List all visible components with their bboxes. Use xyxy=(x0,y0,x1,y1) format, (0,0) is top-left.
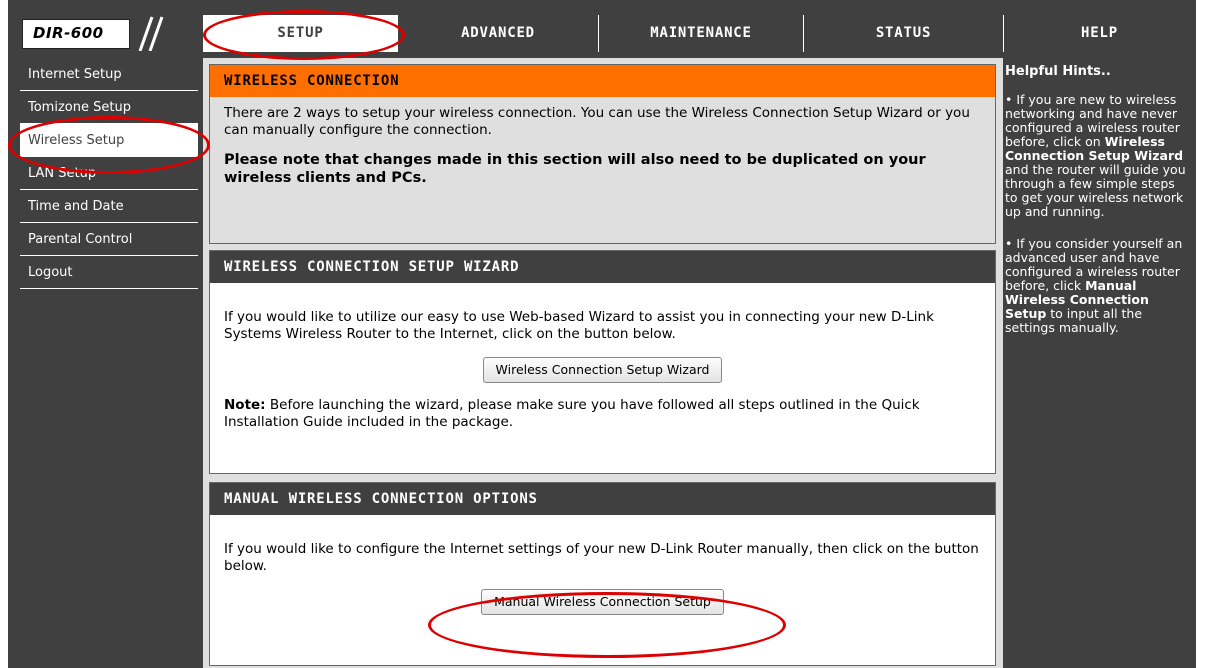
hint1-text-end: and the router will guide you through a … xyxy=(1005,162,1186,219)
note-label: Note: xyxy=(224,397,266,413)
wireless-connection-title: WIRELESS CONNECTION xyxy=(210,65,995,97)
sidebar-item-parental-control[interactable]: Parental Control xyxy=(20,223,198,256)
wireless-setup-wizard-button[interactable]: Wireless Connection Setup Wizard xyxy=(482,357,723,383)
help-panel: Helpful Hints.. • If you are new to wire… xyxy=(1003,58,1195,668)
help-title: Helpful Hints.. xyxy=(1005,64,1111,79)
main-content: WIRELESS CONNECTION There are 2 ways to … xyxy=(203,58,1003,668)
setup-wizard-panel: WIRELESS CONNECTION SETUP WIZARD If you … xyxy=(209,250,996,474)
note-text: Before launching the wizard, please make… xyxy=(224,397,920,430)
setup-wizard-title: WIRELESS CONNECTION SETUP WIZARD xyxy=(210,251,995,283)
model-logo: DIR-600 xyxy=(33,24,104,42)
sidebar-item-tomizone-setup[interactable]: Tomizone Setup xyxy=(20,91,198,124)
manual-wireless-setup-button[interactable]: Manual Wireless Connection Setup xyxy=(481,589,724,615)
tab-status[interactable]: STATUS xyxy=(803,15,1003,52)
sidebar-item-wireless-setup[interactable]: Wireless Setup xyxy=(20,124,198,157)
left-margin xyxy=(0,0,8,668)
sidebar-item-lan-setup[interactable]: LAN Setup xyxy=(20,157,198,190)
logo-area: DIR-600 xyxy=(20,15,198,52)
wireless-connection-note: Please note that changes made in this se… xyxy=(224,152,926,186)
sidebar: Internet Setup Tomizone Setup Wireless S… xyxy=(20,58,198,668)
setup-wizard-note: Note: Before launching the wizard, pleas… xyxy=(224,397,981,431)
tab-setup-label: SETUP xyxy=(277,25,324,41)
wireless-connection-intro: There are 2 ways to setup your wireless … xyxy=(224,105,970,138)
tab-status-label: STATUS xyxy=(875,25,932,41)
logo-plate: DIR-600 xyxy=(22,19,130,49)
help-hint-advanced-user: • If you consider yourself an advanced u… xyxy=(1003,219,1191,335)
tab-advanced[interactable]: ADVANCED xyxy=(397,15,598,52)
tab-maintenance[interactable]: MAINTENANCE xyxy=(598,15,803,52)
sidebar-item-time-and-date[interactable]: Time and Date xyxy=(20,190,198,223)
tab-maintenance-label: MAINTENANCE xyxy=(650,25,752,41)
logo-slash-icon xyxy=(138,16,164,51)
setup-wizard-text: If you would like to utilize our easy to… xyxy=(224,309,934,342)
sidebar-item-logout[interactable]: Logout xyxy=(20,256,198,289)
tab-setup[interactable]: SETUP xyxy=(203,15,397,52)
top-navigation: SETUP ADVANCED MAINTENANCE STATUS HELP xyxy=(203,15,1195,52)
wireless-connection-panel: WIRELESS CONNECTION There are 2 ways to … xyxy=(209,64,996,244)
tab-advanced-label: ADVANCED xyxy=(461,25,535,41)
manual-options-panel: MANUAL WIRELESS CONNECTION OPTIONS If yo… xyxy=(209,482,996,666)
right-margin xyxy=(1196,0,1208,668)
tab-help[interactable]: HELP xyxy=(1003,15,1195,52)
tab-help-label: HELP xyxy=(1081,25,1118,41)
help-hint-new-user: • If you are new to wireless networking … xyxy=(1003,79,1191,219)
manual-options-title: MANUAL WIRELESS CONNECTION OPTIONS xyxy=(210,483,995,515)
manual-options-text: If you would like to configure the Inter… xyxy=(224,541,979,574)
sidebar-item-internet-setup[interactable]: Internet Setup xyxy=(20,58,198,91)
